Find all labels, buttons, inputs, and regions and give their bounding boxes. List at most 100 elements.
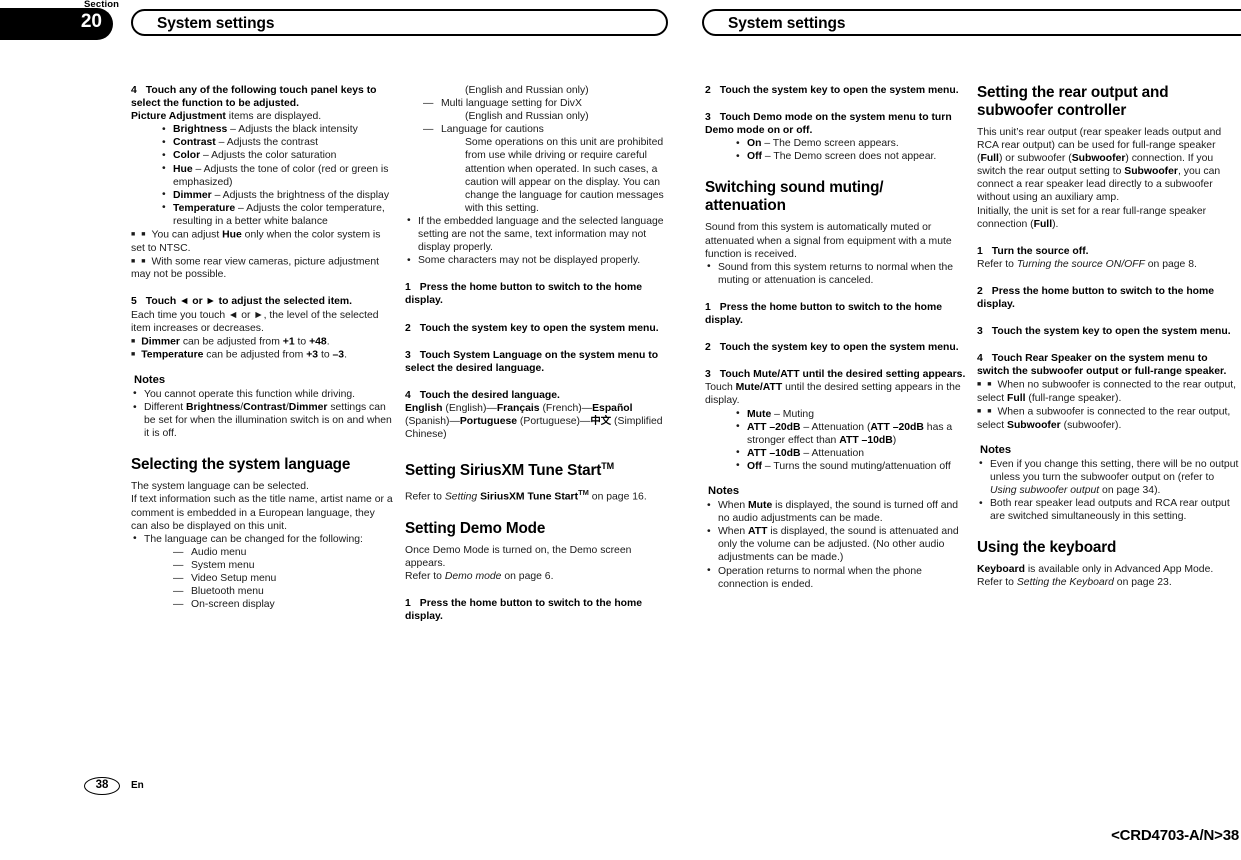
continued-note-1: (English and Russian only) xyxy=(465,85,589,96)
option-desc: – The Demo screen appears. xyxy=(761,138,899,150)
notes-heading: Notes xyxy=(980,443,1012,456)
term-subwoofer: Subwoofer xyxy=(1007,419,1061,431)
range-to-word: to xyxy=(294,336,310,348)
item-desc: – Adjusts the contrast xyxy=(215,137,318,149)
note-text-a: Different xyxy=(144,402,186,414)
picture-adjustment-notes: ■You can adjust Hue only when the color … xyxy=(131,228,393,281)
item-desc: – Adjusts the brightness of the display xyxy=(211,189,390,201)
ref-end: on page 23. xyxy=(1113,577,1172,589)
option-term: Off xyxy=(747,151,763,163)
picture-adjustment-rest: items are displayed. xyxy=(225,111,322,123)
list-item: Operation returns to normal when the pho… xyxy=(705,564,967,591)
term-keyboard: Keyboard xyxy=(977,564,1025,576)
step-number: 5 xyxy=(131,296,137,308)
heading-using-the-keyboard: Using the keyboard xyxy=(977,539,1117,557)
note-italic: Using subwoofer output xyxy=(990,485,1100,497)
mute-step-2: 2 Touch the system key to open the system… xyxy=(705,341,967,354)
option-desc: – The Demo screen does not appear. xyxy=(762,151,937,163)
heading-product: SiriusXM Tune Start xyxy=(459,462,602,480)
picture-notes-list: You cannot operate this function while d… xyxy=(131,387,393,440)
option-term: On xyxy=(747,138,762,150)
list-item: The language can be changed for the foll… xyxy=(131,532,393,546)
term-full: Full xyxy=(1033,218,1053,230)
step-5-heading: 5 Touch ◄ or ► to adjust the selected ite… xyxy=(131,295,393,308)
lang-step-1: 1 Press the home button to switch to the … xyxy=(405,281,667,307)
ref-end: on page 16. xyxy=(588,491,647,503)
tune-start-reference: Refer to Setting SiriusXM Tune StartTM o… xyxy=(405,486,667,504)
section-marker: Section 20 xyxy=(0,0,119,40)
item-term: Dimmer xyxy=(173,189,212,201)
square-bullet-icon: ■ xyxy=(987,381,992,389)
language-change-bullet: The language can be changed for the foll… xyxy=(131,532,393,546)
note-term-dimmer: Dimmer xyxy=(288,402,328,414)
demo-options-list: On – The Demo screen appears. Off – The … xyxy=(705,137,967,163)
step-text: Touch any of the following touch panel k… xyxy=(131,85,377,110)
option-term: Off xyxy=(747,460,763,472)
step-text: Press the home button to switch to the h… xyxy=(705,301,943,327)
option-term: ATT –10dB xyxy=(747,447,801,459)
step-number: 2 xyxy=(405,322,411,334)
item-desc: – Adjusts the tone of color (red or gree… xyxy=(173,163,389,188)
page-title-right: System settings xyxy=(728,15,846,32)
ref-prefix: Refer to xyxy=(977,577,1017,589)
cautions-body: Some operations on this unit are prohibi… xyxy=(465,137,664,214)
list-item: If the embedded language and the selecte… xyxy=(405,214,667,254)
list-item: Different Brightness/Contrast/Dimmer set… xyxy=(131,401,393,440)
item-term: Contrast xyxy=(173,137,216,149)
list-item: ■With some rear view cameras, picture ad… xyxy=(131,255,393,282)
step-text: Touch ◄ or ► to adjust the selected item… xyxy=(145,296,353,308)
list-item: Dimmer – Adjusts the brightness of the d… xyxy=(131,188,393,202)
note-c: (full-range speaker). xyxy=(1025,393,1122,404)
step-text: Touch Rear Speaker on the system menu to… xyxy=(977,353,1227,378)
ref-italic: Turning the source ON/OFF xyxy=(1016,258,1145,270)
mute-step-1: 1 Press the home button to switch to the … xyxy=(705,301,967,327)
muting-bullet-list: Sound from this system returns to normal… xyxy=(705,260,967,287)
note-b: on page 34). xyxy=(1099,485,1161,497)
ref-bold: SiriusXM Tune Start xyxy=(480,491,579,503)
list-item: Both rear speaker lead outputs and RCA r… xyxy=(977,497,1239,523)
item-term: Color xyxy=(173,150,201,162)
list-item: Language for cautions xyxy=(423,123,667,136)
list-item: Brightness – Adjusts the black intensity xyxy=(131,123,393,136)
range-end: . xyxy=(326,336,330,348)
list-item: Even if you change this setting, there w… xyxy=(977,457,1239,497)
list-item: On-screen display xyxy=(173,598,393,611)
rear-step-1-reference: Refer to Turning the source ON/OFF on pa… xyxy=(977,258,1239,271)
list-item: Off – Turns the sound muting/attenuation… xyxy=(705,459,967,473)
step-text: Touch the system key to open the system … xyxy=(719,85,959,96)
list-item: Hue – Adjusts the tone of color (red or … xyxy=(131,162,393,189)
option-desc: – Muting xyxy=(771,408,814,420)
range-term: Dimmer xyxy=(141,336,180,348)
manual-page-spread: Section 20 System settings System settin… xyxy=(0,0,1241,860)
note-term: Mute xyxy=(748,500,773,512)
term-full: Full xyxy=(980,153,999,165)
list-item: Temperature – Adjusts the color temperat… xyxy=(131,201,393,228)
language-francais: Français xyxy=(496,402,540,414)
language-chinese: 中文 xyxy=(590,415,612,427)
list-item: Dimmer can be adjusted from +1 to +48. xyxy=(131,335,393,349)
range-to: –3 xyxy=(332,349,345,361)
list-item: Mute – Muting xyxy=(705,407,967,421)
demo-step-1: 1 Press the home button to switch to the … xyxy=(405,597,667,623)
step-number: 3 xyxy=(705,112,711,124)
note-text: With some rear view cameras, picture adj… xyxy=(131,256,379,281)
language-espanol-note: (Spanish)— xyxy=(405,415,460,427)
rear-output-notes-list: Even if you change this setting, there w… xyxy=(977,457,1239,523)
text-c: ). xyxy=(1052,218,1059,230)
step-number: 4 xyxy=(977,353,983,365)
language-portuguese: Portuguese xyxy=(459,415,518,427)
note-text-a: You can adjust xyxy=(151,229,223,241)
ref-prefix: Refer to xyxy=(405,571,445,582)
list-item: On – The Demo screen appears. xyxy=(705,137,967,150)
heading-selecting-system-language: Selecting the system language xyxy=(131,456,351,474)
language-english-note: (English)— xyxy=(442,402,497,414)
list-item: Bluetooth menu xyxy=(173,585,393,598)
item-desc: – Adjusts the black intensity xyxy=(227,124,358,136)
picture-adjustment-intro: Picture Adjustment items are displayed. xyxy=(131,110,393,123)
range-from: +3 xyxy=(306,349,319,361)
list-item: ■When no subwoofer is connected to the r… xyxy=(977,378,1239,405)
language-espanol: Español xyxy=(592,402,633,414)
list-item: Audio menu xyxy=(173,546,393,559)
square-bullet-icon: ■ xyxy=(141,257,146,265)
language-francais-note: (French)— xyxy=(539,402,593,414)
